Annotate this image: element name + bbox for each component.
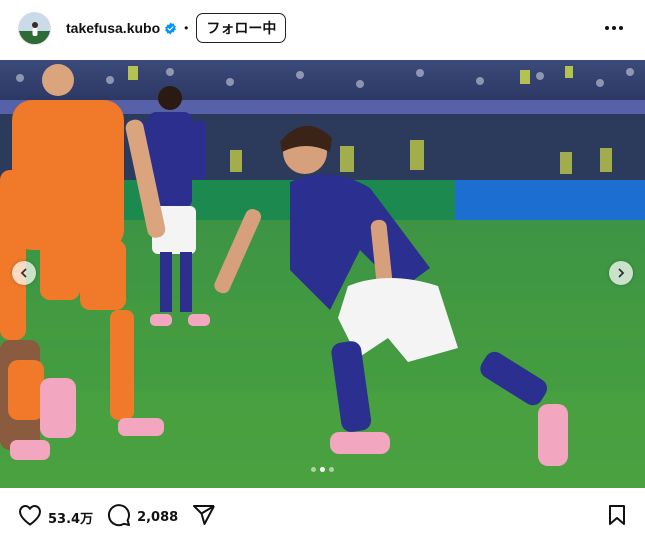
post-photo[interactable] (0, 60, 645, 488)
like-button[interactable]: 53.4万 (18, 504, 93, 531)
chevron-left-icon[interactable] (12, 261, 36, 285)
following-button[interactable]: フォロー中 (196, 13, 287, 43)
bookmark-icon (607, 504, 627, 531)
carousel-dot-active (320, 467, 325, 472)
carousel-dot (311, 467, 316, 472)
action-bar: 53.4万 2,088 (0, 496, 645, 539)
avatar[interactable] (18, 11, 51, 45)
post-photo-scene (0, 60, 645, 488)
comment-button[interactable]: 2,088 (107, 503, 178, 532)
like-count[interactable]: 53.4万 (48, 508, 93, 527)
carousel-dot (329, 467, 334, 472)
share-button[interactable] (192, 504, 216, 531)
comment-icon (107, 503, 131, 532)
instagram-post: takefusa.kubo • フォロー中 53.4万 2,088 (0, 0, 645, 539)
send-icon (192, 504, 216, 531)
carousel-indicator (0, 467, 645, 472)
save-button[interactable] (607, 504, 627, 531)
comment-count[interactable]: 2,088 (137, 510, 178, 525)
username[interactable]: takefusa.kubo (66, 20, 160, 36)
heart-icon (18, 504, 42, 531)
post-header: takefusa.kubo • フォロー中 (0, 0, 645, 56)
verified-badge-icon (164, 22, 177, 35)
chevron-right-icon[interactable] (609, 261, 633, 285)
separator-dot: • (184, 21, 189, 35)
more-dots-icon[interactable] (599, 20, 629, 36)
